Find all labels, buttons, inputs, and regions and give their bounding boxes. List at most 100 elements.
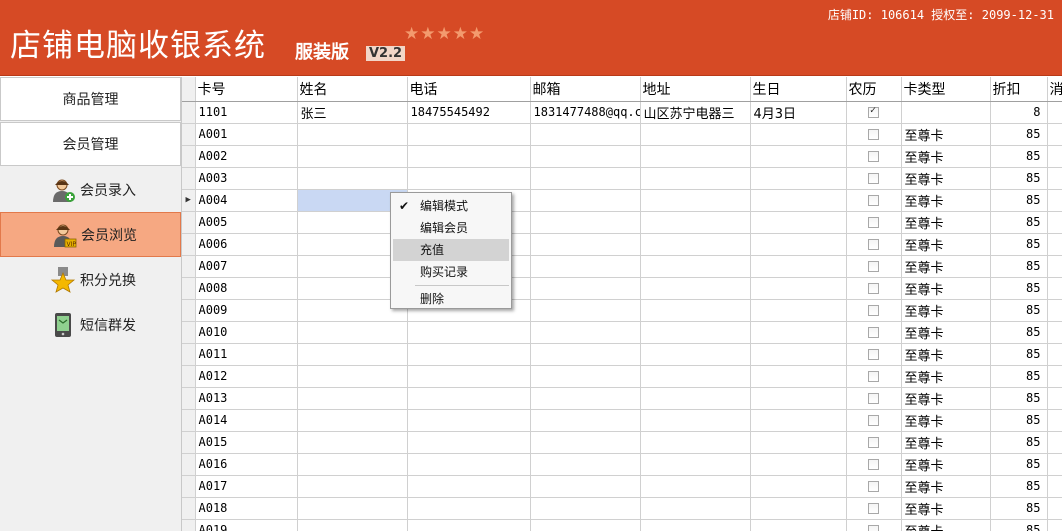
cell-discount[interactable]: 85: [990, 519, 1048, 531]
cell-consume[interactable]: [1047, 475, 1062, 498]
cell-birthday[interactable]: [750, 233, 847, 256]
column-header-email[interactable]: 邮箱: [530, 77, 641, 102]
table-row[interactable]: ▶ A004 至尊卡 85: [182, 189, 1062, 212]
table-row[interactable]: A007 至尊卡 85: [182, 255, 1062, 278]
cell-card[interactable]: A015: [195, 431, 298, 454]
cell-birthday[interactable]: [750, 497, 847, 520]
cell-name[interactable]: [297, 145, 408, 168]
lunar-checkbox[interactable]: [868, 525, 879, 531]
cell-birthday[interactable]: [750, 145, 847, 168]
cell-birthday[interactable]: [750, 255, 847, 278]
column-header-card[interactable]: 卡号: [195, 77, 298, 102]
lunar-checkbox[interactable]: [868, 437, 879, 448]
cell-lunar[interactable]: [846, 101, 902, 124]
cell-lunar[interactable]: [846, 255, 902, 278]
ctx-purchase-history[interactable]: 购买记录: [391, 261, 511, 283]
cell-lunar[interactable]: [846, 277, 902, 300]
lunar-checkbox[interactable]: [868, 393, 879, 404]
cell-address[interactable]: [640, 453, 751, 476]
cell-consume[interactable]: [1047, 519, 1062, 531]
cell-card[interactable]: A008: [195, 277, 298, 300]
cell-email[interactable]: [530, 431, 641, 454]
cell-name[interactable]: [297, 365, 408, 388]
cell-consume[interactable]: [1047, 321, 1062, 344]
cell-discount[interactable]: 85: [990, 321, 1048, 344]
cell-consume[interactable]: [1047, 387, 1062, 410]
table-row[interactable]: A006 至尊卡 85: [182, 233, 1062, 256]
cell-address[interactable]: [640, 167, 751, 190]
cell-phone[interactable]: [407, 167, 531, 190]
cell-email[interactable]: [530, 299, 641, 322]
cell-email[interactable]: [530, 497, 641, 520]
cell-address[interactable]: [640, 189, 751, 212]
row-selector[interactable]: [182, 387, 196, 410]
cell-lunar[interactable]: [846, 145, 902, 168]
cell-lunar[interactable]: [846, 497, 902, 520]
lunar-checkbox[interactable]: [868, 459, 879, 470]
cell-email[interactable]: [530, 145, 641, 168]
cell-phone[interactable]: [407, 343, 531, 366]
column-header-consume[interactable]: 消: [1047, 77, 1062, 102]
cell-birthday[interactable]: [750, 453, 847, 476]
cell-card-type[interactable]: 至尊卡: [901, 387, 991, 410]
cell-address[interactable]: [640, 233, 751, 256]
row-selector[interactable]: [182, 453, 196, 476]
cell-card[interactable]: A006: [195, 233, 298, 256]
cell-address[interactable]: [640, 431, 751, 454]
cell-consume[interactable]: [1047, 431, 1062, 454]
lunar-checkbox[interactable]: [868, 503, 879, 514]
table-row[interactable]: A008 至尊卡 85: [182, 277, 1062, 300]
cell-phone[interactable]: 18475545492: [407, 101, 531, 124]
cell-email[interactable]: [530, 167, 641, 190]
table-row[interactable]: A019 至尊卡85: [182, 519, 1062, 531]
cell-lunar[interactable]: [846, 123, 902, 146]
cell-consume[interactable]: [1047, 299, 1062, 322]
cell-card[interactable]: A012: [195, 365, 298, 388]
cell-card-type[interactable]: 至尊卡: [901, 365, 991, 388]
cell-address[interactable]: [640, 365, 751, 388]
cell-address[interactable]: [640, 343, 751, 366]
cell-address[interactable]: [640, 299, 751, 322]
cell-consume[interactable]: [1047, 233, 1062, 256]
row-selector[interactable]: [182, 211, 196, 234]
cell-card[interactable]: A004: [195, 189, 298, 212]
cell-birthday[interactable]: [750, 299, 847, 322]
cell-card-type[interactable]: 至尊卡: [901, 475, 991, 498]
cell-discount[interactable]: 85: [990, 299, 1048, 322]
cell-name[interactable]: [297, 519, 408, 531]
cell-name[interactable]: [297, 431, 408, 454]
cell-birthday[interactable]: [750, 277, 847, 300]
cell-name[interactable]: [297, 409, 408, 432]
cell-name[interactable]: [297, 123, 408, 146]
cell-name[interactable]: [297, 497, 408, 520]
row-selector[interactable]: [182, 343, 196, 366]
cell-name[interactable]: [297, 167, 408, 190]
lunar-checkbox[interactable]: [868, 129, 879, 140]
row-selector[interactable]: [182, 145, 196, 168]
column-header-address[interactable]: 地址: [640, 77, 751, 102]
cell-card[interactable]: A019: [195, 519, 298, 531]
table-row[interactable]: A014 至尊卡 85: [182, 409, 1062, 432]
cell-phone[interactable]: [407, 453, 531, 476]
cell-card-type[interactable]: 至尊卡: [901, 255, 991, 278]
cell-name[interactable]: [297, 387, 408, 410]
cell-phone[interactable]: [407, 431, 531, 454]
cell-birthday[interactable]: [750, 387, 847, 410]
cell-address[interactable]: [640, 387, 751, 410]
cell-lunar[interactable]: [846, 167, 902, 190]
cell-address[interactable]: [640, 145, 751, 168]
cell-lunar[interactable]: [846, 475, 902, 498]
cell-discount[interactable]: 85: [990, 145, 1048, 168]
cell-birthday[interactable]: 4月3日: [750, 101, 847, 124]
cell-address[interactable]: [640, 321, 751, 344]
cell-email[interactable]: [530, 409, 641, 432]
lunar-checkbox[interactable]: [868, 105, 879, 118]
cell-lunar[interactable]: [846, 431, 902, 454]
cell-lunar[interactable]: [846, 299, 902, 322]
table-row[interactable]: A005 至尊卡 85: [182, 211, 1062, 234]
cell-address[interactable]: [640, 211, 751, 234]
row-selector[interactable]: [182, 475, 196, 498]
table-row[interactable]: A009 至尊卡 85: [182, 299, 1062, 322]
cell-discount[interactable]: 8: [990, 101, 1048, 124]
cell-card-type[interactable]: 至尊卡: [901, 409, 991, 432]
